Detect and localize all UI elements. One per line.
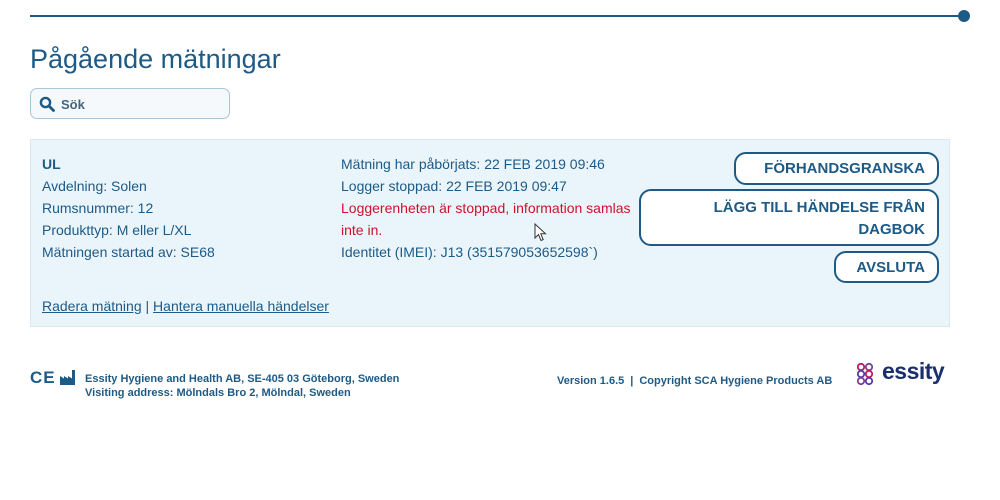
version-text: Version 1.6.5 (557, 375, 625, 387)
logger-warning-line1: Loggerenheten är stoppad, information sa… (341, 200, 631, 216)
preview-button[interactable]: FÖRHANDSGRANSKA (734, 152, 939, 185)
product-type-text: Produkttyp: M eller L/XL (42, 222, 192, 238)
card-links: Radera mätning | Hantera manuella händel… (42, 298, 329, 314)
footer-version-info: Version 1.6.5 | Copyright SCA Hygiene Prod… (557, 375, 832, 387)
copyright-text: Copyright SCA Hygiene Products AB (639, 375, 833, 387)
essity-logo: essity (854, 358, 954, 390)
measurement-card: UL Avdelning: Solen Rumsnummer: 12 Produ… (30, 139, 950, 327)
essity-logo-icon (856, 362, 874, 386)
link-separator: | (145, 298, 150, 314)
footer-separator: | (630, 375, 634, 387)
room-number-text: Rumsnummer: 12 (42, 200, 154, 216)
essity-wordmark: essity (882, 358, 945, 384)
progress-bar (30, 15, 965, 17)
identity-text: Identitet (IMEI): J13 (351579053652598`) (341, 244, 598, 260)
ce-mark-icon: CE (30, 368, 56, 387)
visiting-address: Visiting address: Mölndals Bro 2, Mölnda… (85, 387, 351, 399)
page-title: Pågående mätningar (30, 44, 281, 74)
add-diary-event-label-line2: DAGBOK (858, 221, 925, 238)
search-input[interactable] (59, 93, 228, 116)
measurement-details: UL Avdelning: Solen Rumsnummer: 12 Produ… (42, 153, 215, 263)
search-box[interactable] (30, 88, 230, 119)
add-diary-event-label-line1: LÄGG TILL HÄNDELSE FRÅN (713, 199, 925, 216)
mouse-cursor-icon (534, 223, 547, 242)
logger-stopped-text: Logger stoppad: 22 FEB 2019 09:47 (341, 178, 567, 194)
company-address: Essity Hygiene and Health AB, SE-405 03 … (85, 373, 400, 385)
search-icon (39, 96, 55, 112)
delete-measurement-link[interactable]: Radera mätning (42, 298, 142, 314)
end-measurement-button[interactable]: AVSLUTA (834, 251, 939, 283)
measurement-name: UL (42, 156, 61, 172)
manage-manual-events-link[interactable]: Hantera manuella händelser (153, 298, 329, 314)
progress-indicator-dot (958, 10, 970, 22)
started-at-text: Mätning har påbörjats: 22 FEB 2019 09:46 (341, 156, 605, 172)
manufacturer-icon (60, 370, 75, 385)
measurement-status: Mätning har påbörjats: 22 FEB 2019 09:46… (341, 153, 636, 263)
department-text: Avdelning: Solen (42, 178, 147, 194)
started-by-text: Mätningen startad av: SE68 (42, 244, 215, 260)
logger-warning-line2: inte in. (341, 222, 383, 238)
add-diary-event-button[interactable]: LÄGG TILL HÄNDELSE FRÅN DAGBOK (639, 189, 939, 246)
